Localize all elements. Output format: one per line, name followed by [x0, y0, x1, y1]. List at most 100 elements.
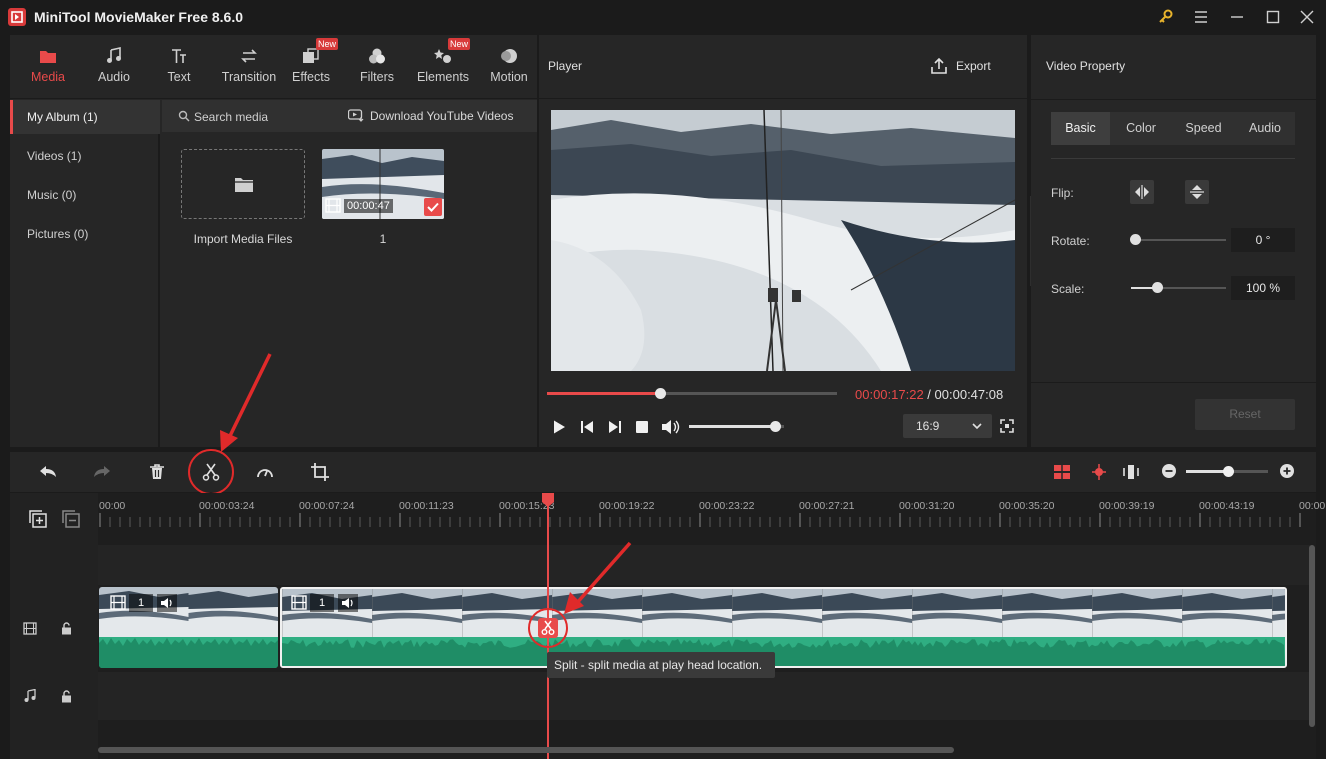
player-progress-fill [547, 392, 661, 395]
crop-icon[interactable] [310, 462, 330, 482]
album-item-pictures[interactable]: Pictures (0) [10, 217, 160, 251]
highlight-circle-split [188, 449, 234, 495]
aspect-ratio-value: 16:9 [916, 419, 940, 433]
album-sidebar: My Album (1) Videos (1) Music (0) Pictur… [10, 100, 160, 447]
rotate-slider-handle[interactable] [1130, 234, 1141, 245]
export-icon [930, 57, 948, 75]
volume-slider[interactable] [689, 421, 784, 432]
youtube-download-icon [348, 109, 364, 122]
fullscreen-icon[interactable] [999, 418, 1015, 434]
clip-name: 1 [379, 232, 387, 246]
delete-icon[interactable] [147, 462, 167, 482]
tab-audio[interactable]: Audio [81, 35, 147, 99]
clip-volume-icon[interactable] [338, 594, 358, 612]
current-time: 00:00:17:22 [855, 387, 924, 402]
export-button[interactable]: Export [956, 59, 991, 73]
tab-elements[interactable]: New Elements [410, 35, 476, 99]
snap-icon[interactable] [1089, 462, 1109, 482]
play-icon[interactable] [551, 419, 567, 435]
folder-icon [39, 47, 57, 65]
download-youtube-button[interactable]: Download YouTube Videos [370, 109, 513, 123]
property-tabs: Basic Color Speed Audio [1051, 112, 1295, 145]
search-media-input[interactable]: Search media [194, 110, 268, 124]
ruler-tick-label: 00:00:03:24 [199, 500, 255, 512]
tab-effects[interactable]: New Effects [278, 35, 344, 99]
stop-icon[interactable] [634, 419, 650, 435]
tab-text[interactable]: Text [146, 35, 212, 99]
tab-motion[interactable]: Motion [476, 35, 542, 99]
vertical-scrollbar[interactable] [1309, 545, 1315, 727]
aspect-ratio-select[interactable]: 16:9 [903, 414, 992, 438]
film-icon [325, 198, 341, 213]
playhead-handle[interactable] [542, 493, 554, 507]
auto-fit-icon[interactable] [1052, 462, 1072, 482]
menu-icon[interactable] [1191, 7, 1211, 27]
time-separator: / [923, 387, 935, 402]
volume-handle[interactable] [769, 421, 781, 432]
player-progress-track[interactable] [547, 388, 837, 399]
zoom-in-icon[interactable] [1279, 463, 1295, 479]
add-track-icon[interactable] [29, 510, 47, 528]
minimize-button[interactable] [1227, 7, 1247, 27]
album-item-my-album[interactable]: My Album (1) [10, 100, 160, 134]
tab-basic[interactable]: Basic [1051, 112, 1110, 145]
scale-value-input[interactable]: 100 % [1231, 276, 1295, 300]
ruler-tick-label: 00:00:35:20 [999, 500, 1055, 512]
ruler-tick-label: 00:00:23:22 [699, 500, 755, 512]
tab-color[interactable]: Color [1110, 112, 1172, 145]
key-icon[interactable] [1156, 7, 1176, 27]
property-title: Video Property [1046, 59, 1126, 73]
annotation-arrow-icon [562, 540, 634, 616]
clip-volume-icon[interactable] [157, 594, 177, 612]
rotate-value-input[interactable]: 0 ° [1231, 228, 1295, 252]
tab-audio-property[interactable]: Audio [1235, 112, 1295, 145]
media-clip-thumbnail[interactable]: 00:00:47 [322, 149, 444, 219]
undo-icon[interactable] [38, 462, 58, 482]
tab-filters[interactable]: Filters [344, 35, 410, 99]
lock-icon[interactable] [61, 690, 72, 703]
zoom-to-fit-icon[interactable] [1121, 462, 1141, 482]
import-media-button[interactable] [181, 149, 305, 219]
redo-icon[interactable] [92, 462, 112, 482]
reset-button[interactable]: Reset [1195, 399, 1295, 430]
zoom-out-icon[interactable] [1161, 463, 1177, 479]
tab-effects-label: Effects [292, 70, 330, 84]
timeline-clip-1[interactable]: 1 [99, 587, 278, 668]
scale-label: Scale: [1051, 282, 1085, 296]
tab-media[interactable]: Media [15, 35, 81, 99]
rotate-slider[interactable] [1131, 239, 1226, 241]
chevron-down-icon [971, 420, 983, 432]
maximize-button[interactable] [1263, 7, 1283, 27]
horizontal-scrollbar[interactable] [98, 747, 954, 753]
tab-transition-label: Transition [221, 70, 277, 84]
tab-transition[interactable]: Transition [213, 35, 285, 99]
remove-track-icon[interactable] [62, 510, 80, 528]
album-item-videos[interactable]: Videos (1) [10, 139, 160, 173]
next-frame-icon[interactable] [607, 419, 623, 435]
new-badge: New [316, 38, 338, 50]
annotation-arrow-icon [218, 352, 274, 454]
volume-fill [689, 425, 775, 428]
zoom-slider-handle[interactable] [1223, 466, 1234, 477]
ruler-tick-label: 00:00:11:23 [399, 500, 454, 512]
ruler-tick-label: 00:00:19:22 [599, 500, 655, 512]
scale-slider-handle[interactable] [1152, 282, 1163, 293]
media-tabs: Media Audio Text Transition New Effects … [10, 35, 537, 99]
flip-vertical-button[interactable] [1185, 180, 1209, 204]
tab-elements-label: Elements [416, 70, 470, 84]
tabs-divider [1051, 158, 1295, 159]
timeline-clip-2[interactable]: 1 [280, 587, 1287, 668]
ruler-tick-label: 00:00:31:20 [899, 500, 955, 512]
app-logo-icon [8, 8, 26, 26]
speed-icon[interactable] [255, 462, 275, 482]
filters-icon [368, 47, 386, 65]
lock-icon[interactable] [61, 622, 72, 635]
previous-frame-icon[interactable] [579, 419, 595, 435]
new-badge: New [448, 38, 470, 50]
flip-horizontal-button[interactable] [1130, 180, 1154, 204]
tab-speed[interactable]: Speed [1172, 112, 1235, 145]
search-icon [178, 110, 190, 122]
volume-icon[interactable] [660, 418, 680, 436]
album-item-music[interactable]: Music (0) [10, 178, 160, 212]
close-button[interactable] [1297, 7, 1317, 27]
